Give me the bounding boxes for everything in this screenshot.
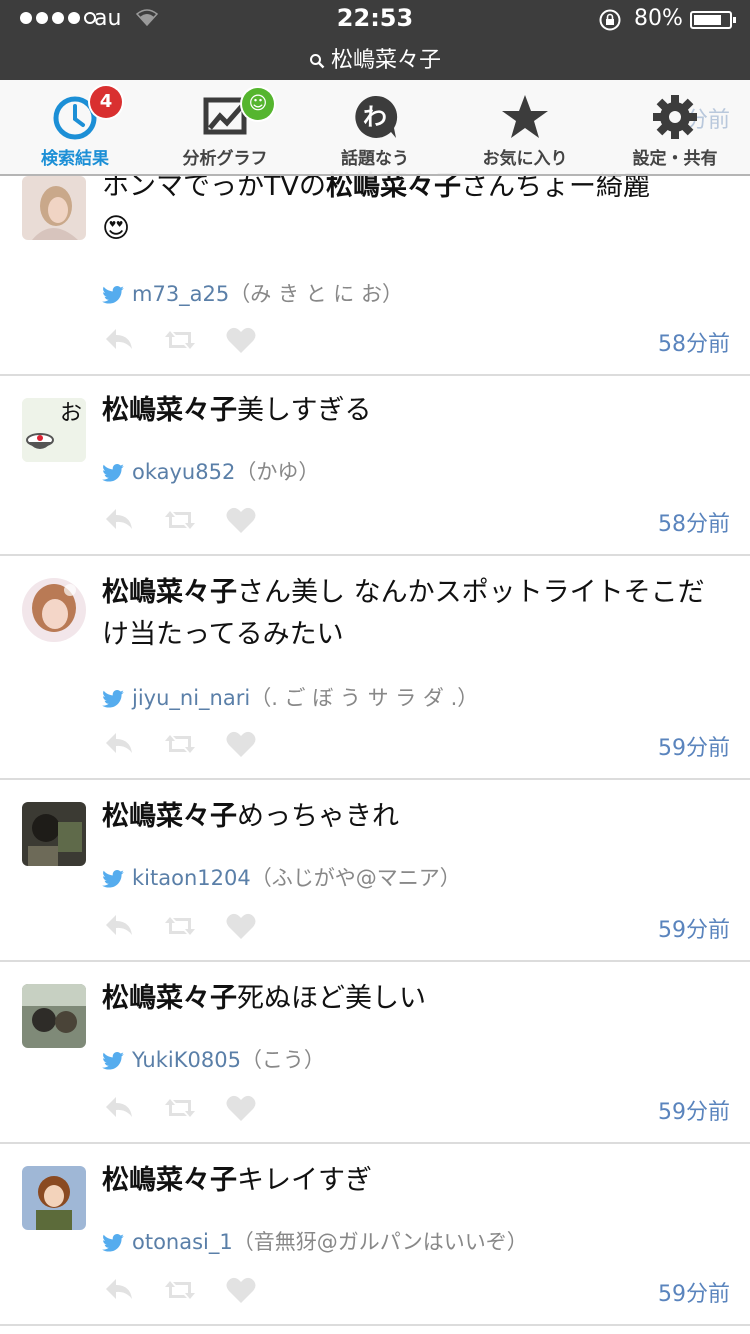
reply-icon[interactable] — [104, 507, 134, 533]
username: m73_a25 — [132, 282, 230, 306]
notification-badge: 4 — [90, 86, 122, 118]
tweet-actions — [104, 730, 256, 758]
avatar[interactable] — [22, 984, 86, 1048]
star-icon — [502, 95, 548, 138]
tweet-text: ホンマでっかTVの松嶋菜々子さんちょー綺麗 😍 — [102, 171, 650, 244]
time-ago: 59分前 — [658, 918, 730, 943]
twitter-bird-icon — [102, 464, 124, 482]
tweet-user[interactable]: otonasi_1（音無犽@ガルパンはいいぞ） — [102, 1226, 528, 1256]
tweet-item[interactable]: お 松嶋菜々子美しすぎる okayu852（かゆ） 58分前 — [0, 376, 750, 556]
tweet-text: 松嶋菜々子キレイすぎ — [102, 1165, 372, 1196]
time-ago: 59分前 — [658, 736, 730, 761]
tweet-user[interactable]: m73_a25（み き と に お） — [102, 278, 403, 308]
retweet-icon[interactable] — [164, 913, 196, 939]
username: YukiK0805 — [132, 1048, 241, 1072]
display-name: （ふじがや@マニア） — [250, 866, 461, 890]
like-heart-icon[interactable] — [226, 506, 256, 534]
search-icon — [309, 54, 325, 69]
tweet-actions — [104, 1094, 256, 1122]
tweet-item[interactable]: 松嶋菜々子キレイすぎ otonasi_1（音無犽@ガルパンはいいぞ） 59分前 — [0, 1144, 750, 1326]
retweet-icon[interactable] — [164, 731, 196, 757]
tab-label: 設定・共有 — [632, 149, 718, 169]
divider — [0, 1324, 750, 1326]
time-ago: 59分前 — [658, 1282, 730, 1307]
tab-label: 分析グラフ — [182, 149, 268, 169]
battery-percent: 80% — [634, 6, 683, 31]
tab-label: 検索結果 — [41, 149, 109, 169]
like-heart-icon[interactable] — [226, 912, 256, 940]
tab-settings-share[interactable]: 設定・共有 — [600, 80, 750, 174]
search-query-bar[interactable]: 松嶋菜々子 — [0, 42, 750, 74]
avatar[interactable] — [22, 578, 86, 642]
retweet-icon[interactable] — [164, 507, 196, 533]
tab-label: 話題なう — [341, 149, 409, 169]
reply-icon[interactable] — [104, 731, 134, 757]
reply-icon[interactable] — [104, 1095, 134, 1121]
tweet-text: 松嶋菜々子めっちゃきれ — [102, 801, 399, 832]
reply-icon[interactable] — [104, 1277, 134, 1303]
username: okayu852 — [132, 460, 236, 484]
time-ago: 58分前 — [658, 332, 730, 357]
tweet-user[interactable]: YukiK0805（こう） — [102, 1044, 325, 1074]
search-query-text: 松嶋菜々子 — [330, 48, 441, 73]
time-ago: 59分前 — [658, 1100, 730, 1125]
avatar[interactable]: お — [22, 398, 86, 462]
svg-text:わ: わ — [363, 103, 387, 131]
avatar[interactable] — [22, 802, 86, 866]
twitter-bird-icon — [102, 690, 124, 708]
tweet-item[interactable]: 松嶋菜々子めっちゃきれ kitaon1204（ふじがや@マニア） 59分前 — [0, 780, 750, 962]
tweet-text: 松嶋菜々子さん美し なんかスポットライトそこだけ当たってるみたい — [102, 577, 705, 650]
battery-icon — [690, 11, 736, 29]
svg-text:お: お — [60, 401, 82, 426]
like-heart-icon[interactable] — [226, 730, 256, 758]
like-heart-icon[interactable] — [226, 1094, 256, 1122]
tab-label: お気に入り — [482, 149, 568, 169]
tweet-item[interactable]: 松嶋菜々子死ぬほど美しい YukiK0805（こう） 59分前 — [0, 962, 750, 1144]
twitter-bird-icon — [102, 286, 124, 304]
tweet-user[interactable]: okayu852（かゆ） — [102, 456, 319, 486]
reply-icon[interactable] — [104, 913, 134, 939]
wa-bubble-icon: わ — [355, 95, 398, 138]
tab-trending[interactable]: わ 話題なう — [300, 80, 450, 174]
username: otonasi_1 — [132, 1230, 233, 1254]
tweet-text: 松嶋菜々子美しすぎる — [102, 395, 372, 426]
status-bar: au 22:53 80% 松嶋菜々子 — [0, 0, 750, 80]
tab-bar: 分前 4 検索結果 ☺ 分析グラフ わ 話題なう お気に入り 設定・共有 — [0, 80, 750, 176]
retweet-icon[interactable] — [164, 327, 196, 353]
tweet-actions — [104, 912, 256, 940]
tweet-user[interactable]: jiyu_ni_nari（. ご ぼ う サ ラ ダ .） — [102, 682, 478, 712]
tweet-actions — [104, 326, 256, 354]
tab-search-results[interactable]: 4 検索結果 — [0, 80, 150, 174]
tweet-text: 松嶋菜々子死ぬほど美しい — [102, 983, 426, 1014]
time-ago: 58分前 — [658, 512, 730, 537]
retweet-icon[interactable] — [164, 1095, 196, 1121]
smiley-badge: ☺ — [242, 88, 274, 120]
username: kitaon1204 — [132, 866, 251, 890]
rotation-lock-icon — [599, 9, 621, 31]
display-name: （かゆ） — [235, 460, 320, 484]
avatar[interactable] — [22, 176, 86, 240]
twitter-bird-icon — [102, 1234, 124, 1252]
retweet-icon[interactable] — [164, 1277, 196, 1303]
like-heart-icon[interactable] — [226, 326, 256, 354]
reply-icon[interactable] — [104, 327, 134, 353]
display-name: （み き と に お） — [229, 282, 403, 306]
display-name: （. ご ぼ う サ ラ ダ .） — [250, 686, 479, 710]
heart-eyes-emoji: 😍 — [102, 213, 131, 244]
avatar[interactable] — [22, 1166, 86, 1230]
tab-analysis-graph[interactable]: ☺ 分析グラフ — [150, 80, 300, 174]
username: jiyu_ni_nari — [132, 686, 251, 710]
tweet-item[interactable]: 松嶋菜々子さん美し なんかスポットライトそこだけ当たってるみたい jiyu_ni… — [0, 556, 750, 780]
twitter-bird-icon — [102, 1052, 124, 1070]
tweet-actions — [104, 506, 256, 534]
tweet-actions — [104, 1276, 256, 1304]
twitter-bird-icon — [102, 870, 124, 888]
tweet-user[interactable]: kitaon1204（ふじがや@マニア） — [102, 862, 461, 892]
like-heart-icon[interactable] — [226, 1276, 256, 1304]
display-name: （音無犽@ガルパンはいいぞ） — [232, 1230, 528, 1254]
tab-favorites[interactable]: お気に入り — [450, 80, 600, 174]
gear-icon — [653, 95, 697, 139]
display-name: （こう） — [240, 1048, 325, 1072]
